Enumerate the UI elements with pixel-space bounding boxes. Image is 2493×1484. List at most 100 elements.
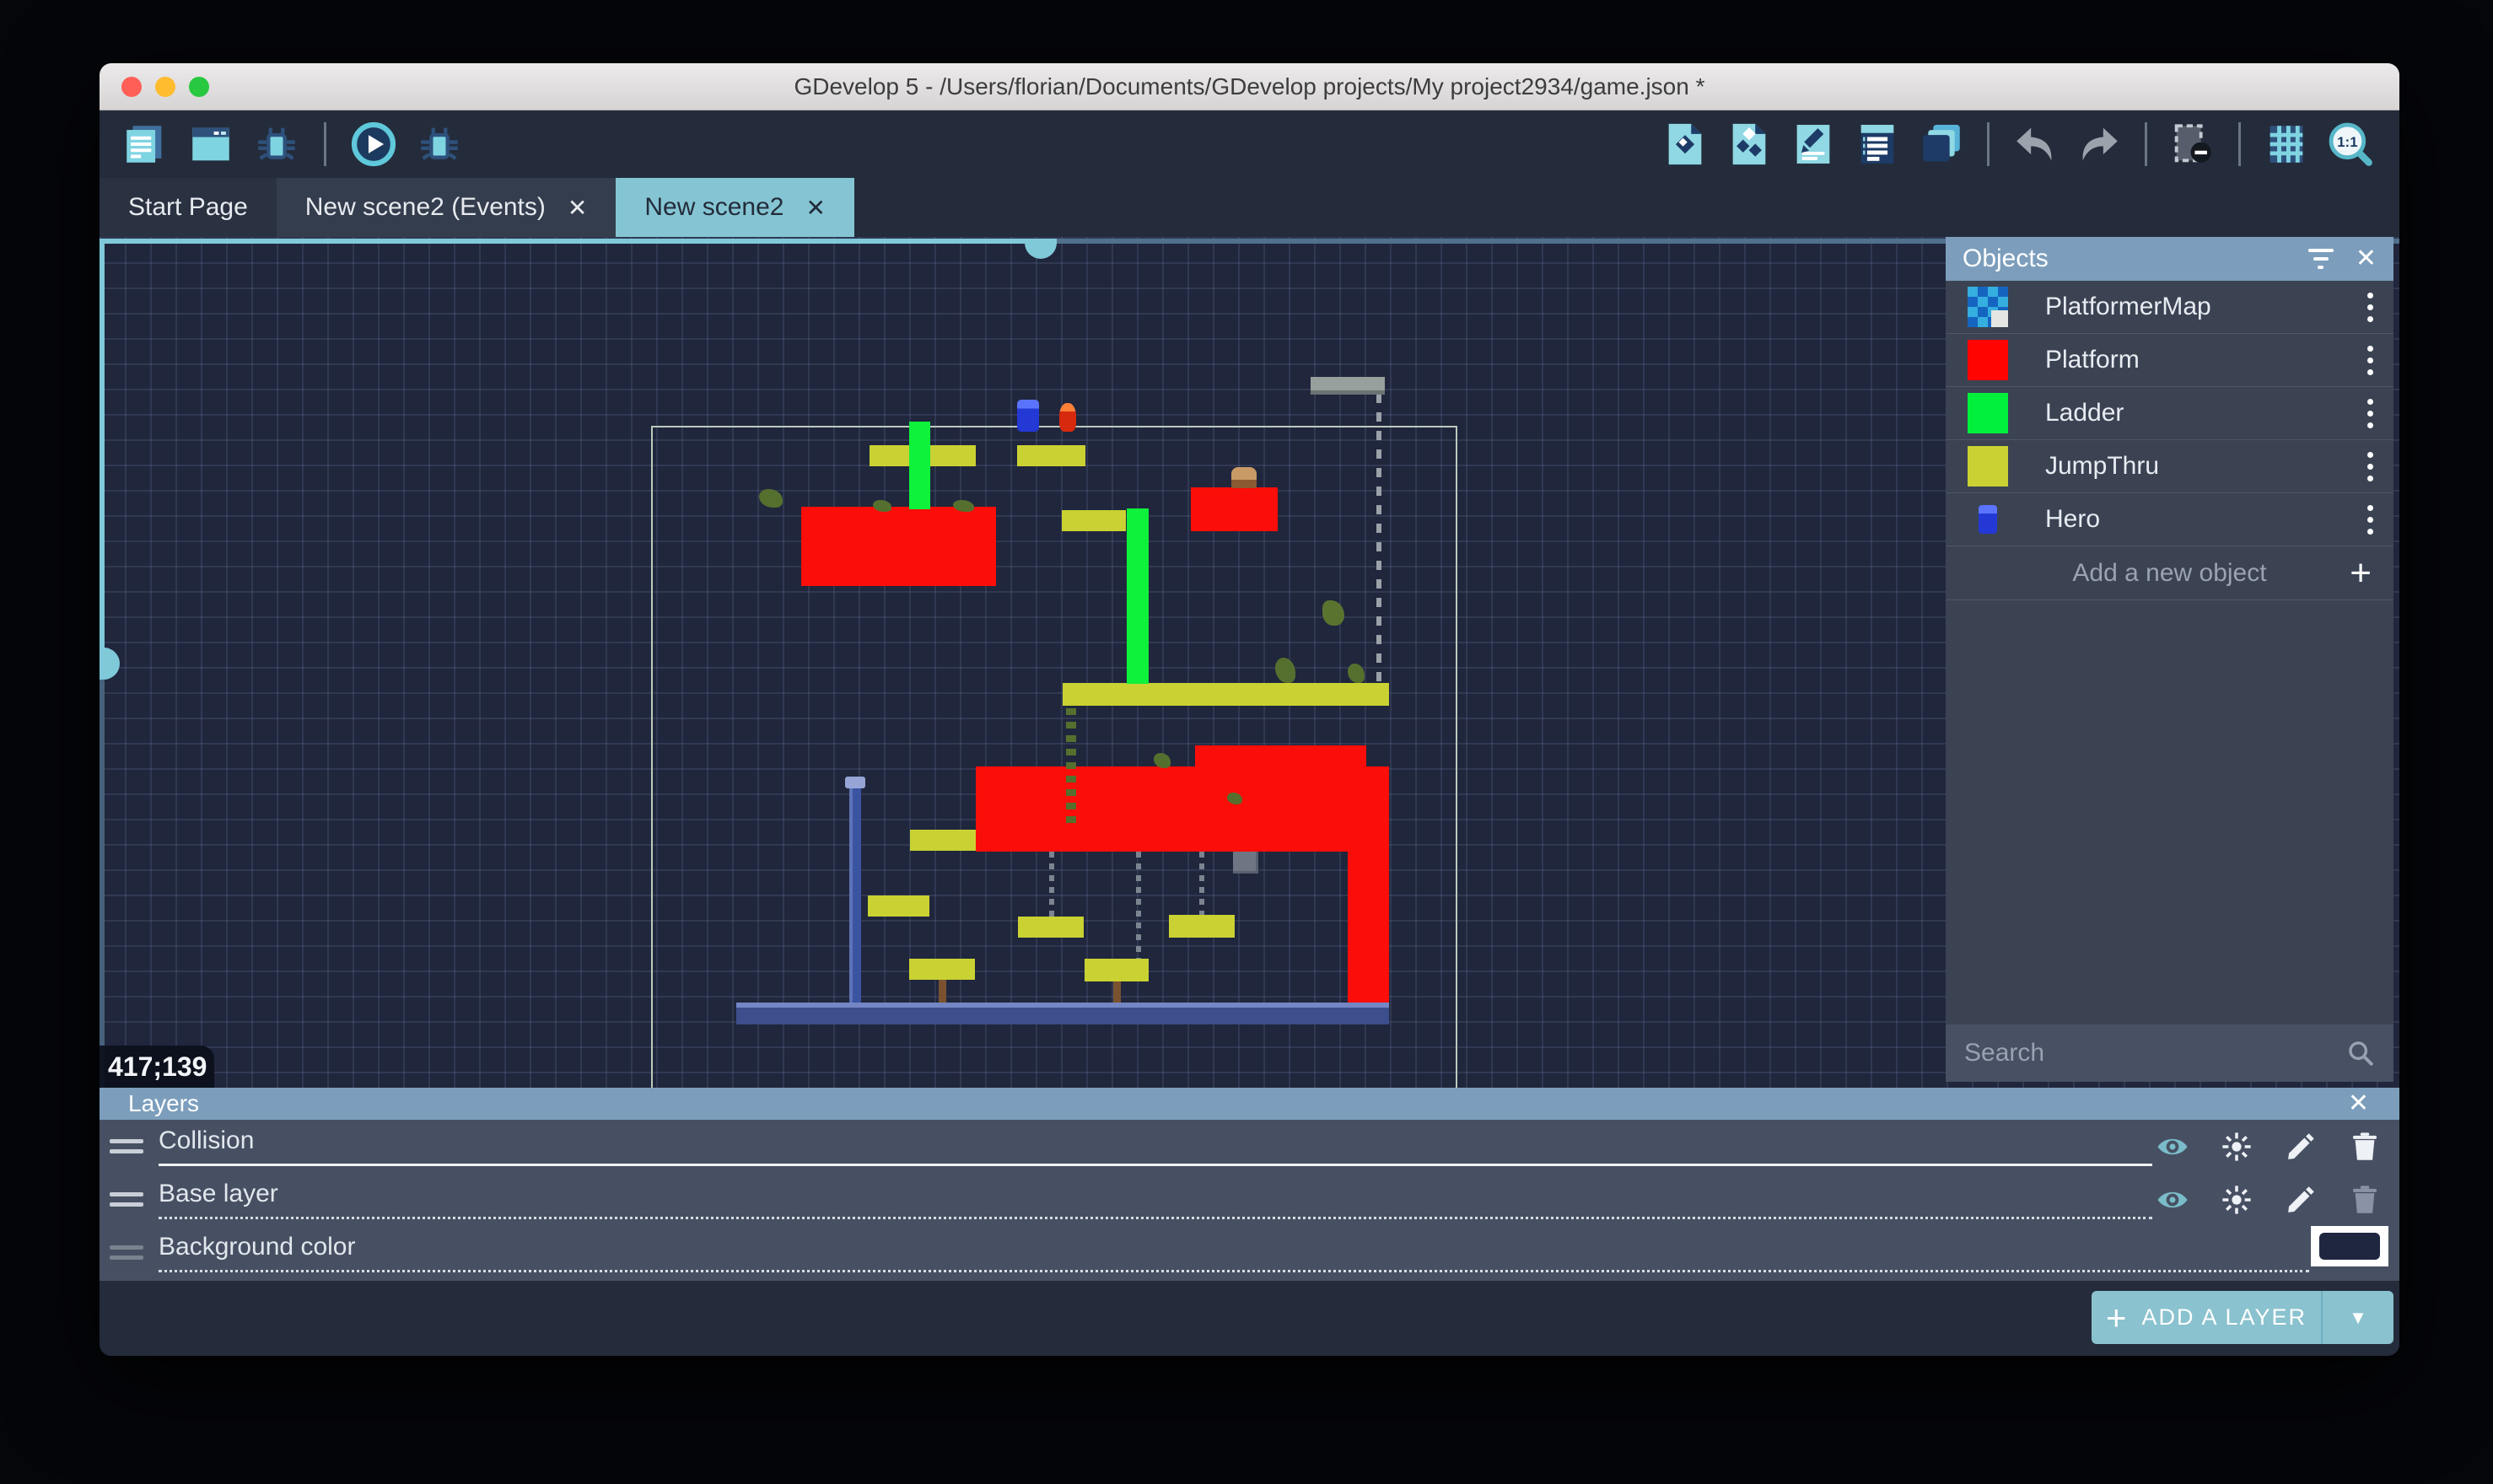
edit-pencil-icon[interactable]	[2283, 1182, 2318, 1218]
platform-red[interactable]	[1191, 487, 1278, 531]
object-label: Ladder	[2045, 399, 2124, 427]
chain[interactable]	[1049, 852, 1054, 917]
add-new-object-button[interactable]: Add a new object +	[1946, 546, 2393, 600]
jumpthru[interactable]	[1169, 915, 1235, 938]
layer-row-base-layer[interactable]: Base layer	[100, 1173, 2399, 1226]
layer-effects-icon[interactable]	[2219, 1129, 2254, 1164]
kebab-menu-icon[interactable]	[2362, 341, 2378, 380]
object-search-bar	[1946, 1024, 2393, 1082]
chain[interactable]	[1199, 852, 1204, 916]
kebab-menu-icon[interactable]	[2362, 500, 2378, 540]
hero-sprite[interactable]	[1017, 400, 1039, 432]
object-thumbnail	[1968, 393, 2008, 433]
mushroom-sprite[interactable]	[1231, 467, 1257, 488]
object-label: JumpThru	[2045, 452, 2159, 481]
cursor-coordinates: 417;139	[100, 1046, 214, 1088]
add-layer-dropdown-caret[interactable]: ▼	[2321, 1291, 2393, 1344]
grass[interactable]	[1275, 658, 1295, 683]
chain[interactable]	[1136, 852, 1141, 961]
edit-pencil-icon[interactable]	[2283, 1129, 2318, 1164]
grass[interactable]	[1348, 664, 1365, 683]
gray-platform[interactable]	[1311, 377, 1385, 390]
vertical-scrollbar[interactable]	[100, 660, 105, 1088]
jumpthru[interactable]	[909, 959, 975, 980]
layer-row-background-color[interactable]: Background color	[100, 1226, 2399, 1279]
close-icon[interactable]: ✕	[2348, 1091, 2369, 1116]
dashed-ladder[interactable]	[1376, 394, 1381, 684]
kebab-menu-icon[interactable]	[2362, 447, 2378, 487]
object-label: Hero	[2045, 505, 2100, 534]
objects-panel: Objects ✕ PlatformerMap Platform Ladder …	[1946, 237, 2393, 1082]
layers-footer: + ADD A LAYER ▼	[100, 1281, 2399, 1356]
plus-icon: +	[2106, 1300, 2127, 1336]
add-a-layer-button[interactable]: + ADD A LAYER ▼	[2092, 1291, 2393, 1344]
layer-effects-icon[interactable]	[2219, 1182, 2254, 1218]
sign-post[interactable]	[939, 980, 946, 1003]
vertical-scrollbar[interactable]	[100, 239, 105, 660]
platform-red[interactable]	[976, 766, 1389, 852]
visibility-eye-icon[interactable]	[2155, 1182, 2190, 1218]
layer-name[interactable]: Background color	[159, 1233, 2309, 1270]
layers-panel-title: Layers	[128, 1090, 199, 1117]
jumpthru[interactable]	[1062, 510, 1126, 531]
layer-row-collision[interactable]: Collision	[100, 1120, 2399, 1173]
object-row-platformermap[interactable]: PlatformerMap	[1946, 281, 2393, 334]
swatch-color	[2319, 1233, 2380, 1260]
vine[interactable]	[1066, 708, 1076, 826]
object-label: PlatformerMap	[2045, 293, 2211, 321]
layer-name[interactable]: Base layer	[159, 1180, 2152, 1217]
platform-red[interactable]	[801, 507, 996, 586]
filter-icon[interactable]	[2308, 249, 2334, 269]
jumpthru[interactable]	[1085, 959, 1149, 981]
ground[interactable]	[736, 1003, 1389, 1024]
jumpthru[interactable]	[1063, 683, 1389, 706]
delete-trash-icon-disabled	[2347, 1182, 2383, 1218]
ladder[interactable]	[909, 422, 930, 509]
object-row-platform[interactable]: Platform	[1946, 334, 2393, 387]
gdevelop-window: GDevelop 5 - /Users/florian/Documents/GD…	[100, 63, 2399, 1356]
pole[interactable]	[849, 788, 861, 1003]
close-icon[interactable]: ✕	[2356, 246, 2377, 272]
layers-panel: Layers ✕ Collision Base layer	[100, 1088, 2399, 1356]
jumpthru[interactable]	[868, 895, 929, 917]
kebab-menu-icon[interactable]	[2362, 288, 2378, 327]
platform-red[interactable]	[1348, 851, 1389, 1003]
object-thumbnail	[1968, 287, 2008, 327]
platform-red[interactable]	[1195, 745, 1366, 768]
drag-handle-icon	[110, 1245, 143, 1260]
kebab-menu-icon[interactable]	[2362, 394, 2378, 433]
layers-panel-header: Layers ✕	[100, 1088, 2399, 1120]
add-layer-label: ADD A LAYER	[2141, 1304, 2307, 1331]
object-thumbnail	[1968, 446, 2008, 487]
visibility-eye-icon[interactable]	[2155, 1129, 2190, 1164]
delete-trash-icon[interactable]	[2347, 1129, 2383, 1164]
background-color-swatch[interactable]	[2311, 1226, 2388, 1266]
drag-handle-icon[interactable]	[110, 1139, 143, 1153]
search-icon[interactable]	[2346, 1039, 2375, 1067]
ladder[interactable]	[1127, 508, 1149, 684]
object-thumbnail	[1968, 340, 2008, 380]
object-label: Platform	[2045, 346, 2140, 374]
plant[interactable]	[1322, 600, 1344, 626]
object-thumbnail	[1968, 499, 2008, 540]
object-row-ladder[interactable]: Ladder	[1946, 387, 2393, 440]
objects-panel-title: Objects	[1963, 245, 2049, 273]
search-input[interactable]	[1964, 1039, 2346, 1067]
bricks[interactable]	[1233, 852, 1258, 874]
jumpthru[interactable]	[1018, 917, 1084, 938]
object-row-hero[interactable]: Hero	[1946, 493, 2393, 546]
flame-sprite[interactable]	[1059, 403, 1076, 432]
add-object-label: Add a new object	[2072, 559, 2266, 588]
objects-list-empty-area	[1946, 600, 2393, 1024]
debris[interactable]	[1227, 793, 1242, 804]
objects-panel-header: Objects ✕	[1946, 237, 2393, 281]
drag-handle-icon[interactable]	[110, 1192, 143, 1207]
jumpthru[interactable]	[910, 830, 976, 851]
sign-post[interactable]	[1113, 981, 1121, 1005]
horizontal-scrollbar[interactable]	[100, 239, 1040, 244]
layer-name[interactable]: Collision	[159, 1126, 2152, 1164]
pole-cap[interactable]	[845, 777, 865, 788]
jumpthru[interactable]	[1017, 445, 1085, 466]
object-row-jumpthru[interactable]: JumpThru	[1946, 440, 2393, 493]
grass[interactable]	[759, 489, 783, 508]
